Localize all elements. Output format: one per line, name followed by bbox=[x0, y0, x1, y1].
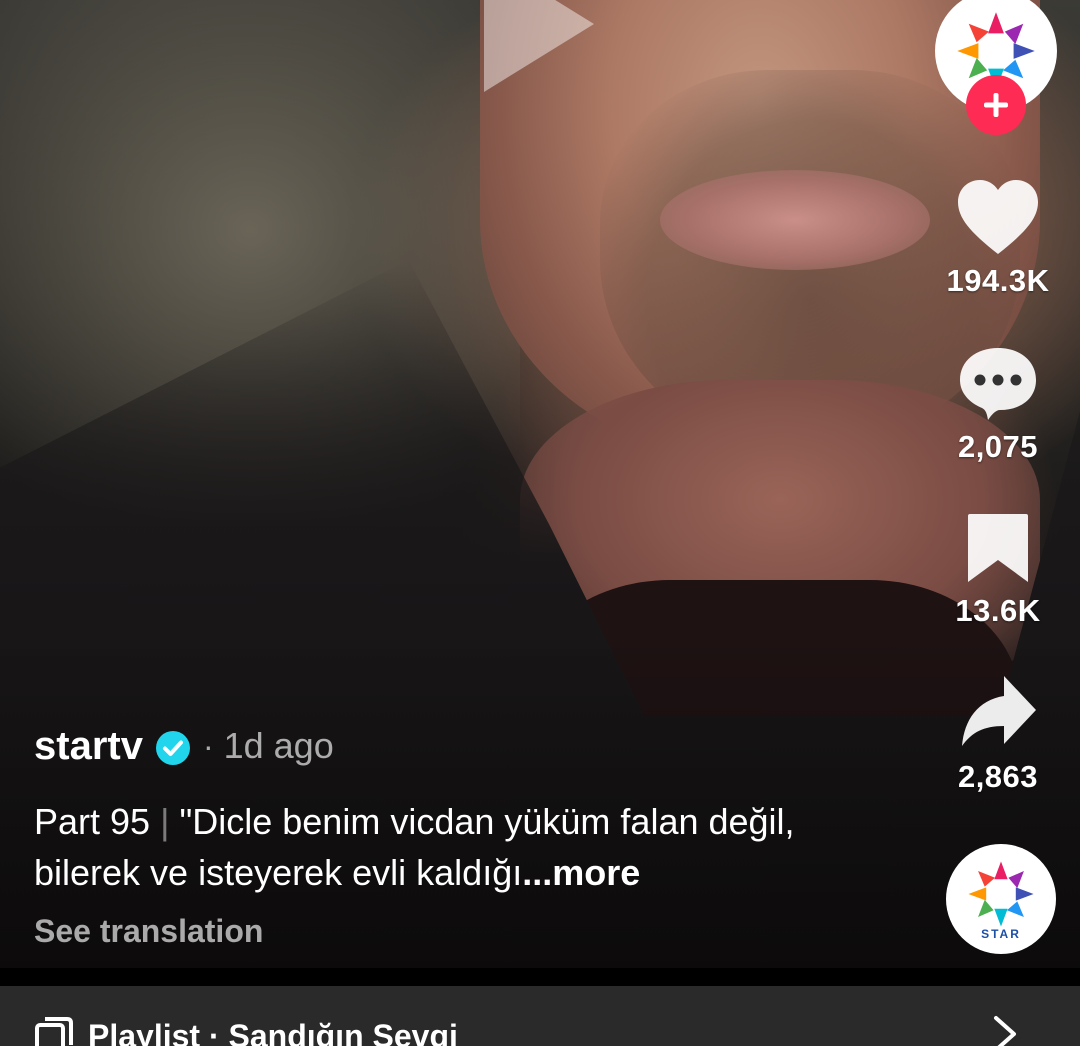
video-caption: startv · 1d ago Part 95 | "Dicle benim v… bbox=[34, 718, 914, 950]
video-frame-lips bbox=[660, 170, 930, 270]
save-count: 13.6K bbox=[928, 593, 1068, 629]
caption-part: Part 95 bbox=[34, 801, 150, 842]
save-action[interactable]: 13.6K bbox=[928, 510, 1068, 629]
playlist-icon bbox=[34, 1016, 74, 1046]
author-time-separator: · bbox=[203, 728, 214, 765]
like-count: 194.3K bbox=[928, 263, 1068, 299]
more-button[interactable]: ...more bbox=[522, 852, 640, 893]
star-logo-icon bbox=[964, 857, 1038, 931]
caption-text[interactable]: Part 95 | "Dicle benim vicdan yüküm fala… bbox=[34, 796, 864, 898]
post-time: 1d ago bbox=[224, 725, 334, 767]
heart-icon bbox=[956, 178, 1040, 258]
play-icon[interactable] bbox=[484, 0, 594, 92]
music-disc[interactable]: STAR bbox=[946, 844, 1056, 954]
playlist-bar[interactable]: Playlist · Sandığın Sevgi bbox=[0, 986, 1080, 1046]
author-row: startv · 1d ago bbox=[34, 718, 914, 774]
see-translation-button[interactable]: See translation bbox=[34, 913, 914, 950]
disc-label: STAR bbox=[981, 927, 1021, 941]
chevron-right-icon bbox=[990, 1014, 1020, 1046]
verified-badge-icon bbox=[155, 730, 191, 766]
author-name[interactable]: startv bbox=[34, 724, 143, 769]
comment-count: 2,075 bbox=[928, 429, 1068, 465]
comment-bubble-icon bbox=[956, 344, 1040, 424]
like-action[interactable]: 194.3K bbox=[928, 178, 1068, 299]
bookmark-icon bbox=[956, 510, 1040, 588]
plus-icon bbox=[981, 90, 1011, 120]
playlist-label: Playlist · Sandığın Sevgi bbox=[88, 1018, 458, 1046]
share-arrow-icon bbox=[956, 672, 1040, 754]
share-count: 2,863 bbox=[928, 759, 1068, 795]
share-action[interactable]: 2,863 bbox=[928, 672, 1068, 795]
follow-button[interactable] bbox=[966, 75, 1026, 135]
comment-action[interactable]: 2,075 bbox=[928, 344, 1068, 465]
caption-separator: | bbox=[160, 801, 169, 842]
